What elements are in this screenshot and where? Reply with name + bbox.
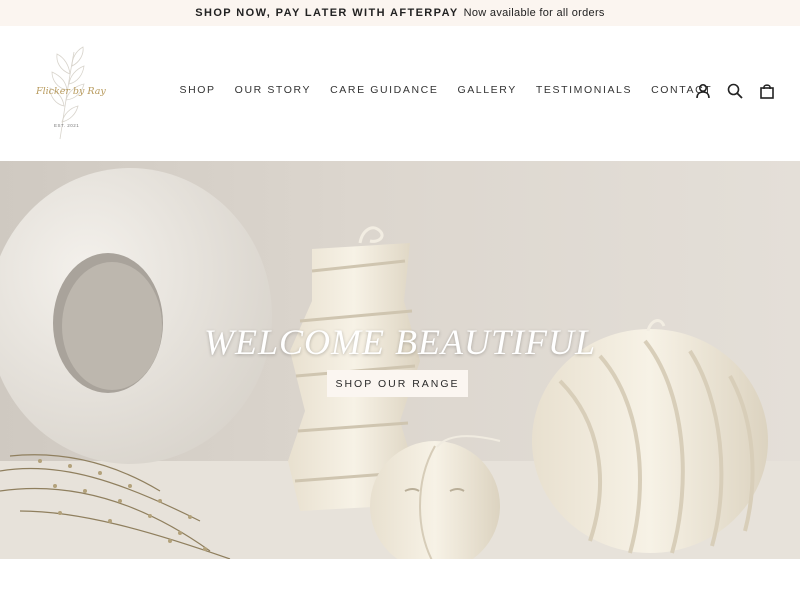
site-logo[interactable]: Flicker by Ray EST. 2021 xyxy=(30,44,116,144)
logo-script-text: Flicker by Ray xyxy=(36,86,106,97)
search-icon[interactable] xyxy=(726,82,744,100)
cart-icon[interactable] xyxy=(758,82,776,100)
hero-banner: WELCOME BEAUTIFUL SHOP OUR RANGE xyxy=(0,161,800,559)
header-icons xyxy=(694,82,776,100)
nav-our-story[interactable]: OUR STORY xyxy=(225,84,320,100)
hero-title: WELCOME BEAUTIFUL xyxy=(204,322,596,362)
logo-est-text: EST. 2021 xyxy=(54,123,80,128)
site-header: Flicker by Ray EST. 2021 SHOP OUR STORY … xyxy=(0,26,800,161)
nav-shop[interactable]: SHOP xyxy=(170,84,225,100)
nav-care-guidance[interactable]: CARE GUIDANCE xyxy=(321,84,448,100)
nav-testimonials[interactable]: TESTIMONIALS xyxy=(526,84,641,100)
announcement-bar: SHOP NOW, PAY LATER WITH AFTERPAY Now av… xyxy=(0,0,800,26)
announcement-bold-text: SHOP NOW, PAY LATER WITH AFTERPAY xyxy=(195,7,459,19)
shop-our-range-button[interactable]: SHOP OUR RANGE xyxy=(327,370,468,397)
announcement-light-text: Now available for all orders xyxy=(463,7,605,19)
nav-gallery[interactable]: GALLERY xyxy=(448,84,526,100)
user-icon[interactable] xyxy=(694,82,712,100)
main-nav: SHOP OUR STORY CARE GUIDANCE GALLERY TES… xyxy=(170,84,722,100)
page-below-hero xyxy=(0,559,800,600)
